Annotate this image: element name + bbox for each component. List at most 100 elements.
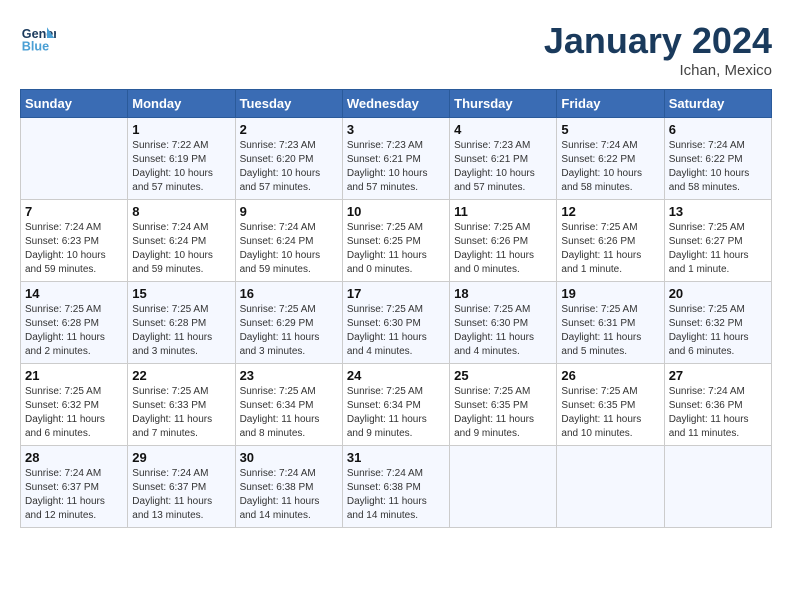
day-info: Sunrise: 7:24 AMSunset: 6:38 PMDaylight:… xyxy=(347,467,445,523)
day-info: Sunrise: 7:25 AMSunset: 6:27 PMDaylight:… xyxy=(669,221,767,277)
day-number: 10 xyxy=(347,204,445,219)
calendar-cell: 18 Sunrise: 7:25 AMSunset: 6:30 PMDayligh… xyxy=(450,282,557,364)
day-number: 29 xyxy=(132,450,230,465)
calendar-cell: 25 Sunrise: 7:25 AMSunset: 6:35 PMDayligh… xyxy=(450,364,557,446)
col-header-friday: Friday xyxy=(557,90,664,118)
svg-text:Blue: Blue xyxy=(22,40,49,54)
calendar-cell xyxy=(664,446,771,528)
location: Ichan, Mexico xyxy=(544,62,772,79)
logo-icon: General Blue xyxy=(20,20,56,56)
day-info: Sunrise: 7:25 AMSunset: 6:28 PMDaylight:… xyxy=(25,303,123,359)
calendar-cell: 1 Sunrise: 7:22 AMSunset: 6:19 PMDaylight… xyxy=(128,118,235,200)
calendar-week-row: 14 Sunrise: 7:25 AMSunset: 6:28 PMDayligh… xyxy=(21,282,772,364)
calendar-cell: 4Sunrise: 7:23 AMSunset: 6:21 PMDaylight… xyxy=(450,118,557,200)
day-number: 20 xyxy=(669,286,767,301)
col-header-sunday: Sunday xyxy=(21,90,128,118)
calendar-header-row: SundayMondayTuesdayWednesdayThursdayFrid… xyxy=(21,90,772,118)
day-info: Sunrise: 7:25 AMSunset: 6:34 PMDaylight:… xyxy=(240,385,338,441)
calendar-week-row: 7Sunrise: 7:24 AMSunset: 6:23 PMDaylight… xyxy=(21,200,772,282)
day-info: Sunrise: 7:25 AMSunset: 6:26 PMDaylight:… xyxy=(454,221,552,277)
day-info: Sunrise: 7:25 AMSunset: 6:32 PMDaylight:… xyxy=(25,385,123,441)
day-info: Sunrise: 7:23 AMSunset: 6:20 PMDaylight:… xyxy=(240,139,338,195)
day-number: 26 xyxy=(561,368,659,383)
day-number: 14 xyxy=(25,286,123,301)
calendar-cell: 16Sunrise: 7:25 AMSunset: 6:29 PMDayligh… xyxy=(235,282,342,364)
page-header: General Blue January 2024 Ichan, Mexico xyxy=(20,20,772,79)
month-title: January 2024 xyxy=(544,20,772,62)
day-number: 13 xyxy=(669,204,767,219)
day-info: Sunrise: 7:24 AMSunset: 6:37 PMDaylight:… xyxy=(25,467,123,523)
day-number: 19 xyxy=(561,286,659,301)
day-number: 1 xyxy=(132,122,230,137)
calendar-week-row: 28 Sunrise: 7:24 AMSunset: 6:37 PMDayligh… xyxy=(21,446,772,528)
day-number: 23 xyxy=(240,368,338,383)
day-info: Sunrise: 7:24 AMSunset: 6:38 PMDaylight:… xyxy=(240,467,338,523)
day-info: Sunrise: 7:24 AMSunset: 6:22 PMDaylight:… xyxy=(561,139,659,195)
day-number: 5 xyxy=(561,122,659,137)
calendar-cell xyxy=(21,118,128,200)
calendar-cell xyxy=(557,446,664,528)
day-number: 25 xyxy=(454,368,552,383)
day-info: Sunrise: 7:24 AMSunset: 6:37 PMDaylight:… xyxy=(132,467,230,523)
day-info: Sunrise: 7:25 AMSunset: 6:25 PMDaylight:… xyxy=(347,221,445,277)
calendar-cell: 29 Sunrise: 7:24 AMSunset: 6:37 PMDayligh… xyxy=(128,446,235,528)
day-info: Sunrise: 7:24 AMSunset: 6:22 PMDaylight:… xyxy=(669,139,767,195)
calendar-cell: 6 Sunrise: 7:24 AMSunset: 6:22 PMDaylight… xyxy=(664,118,771,200)
day-info: Sunrise: 7:25 AMSunset: 6:26 PMDaylight:… xyxy=(561,221,659,277)
title-block: January 2024 Ichan, Mexico xyxy=(544,20,772,79)
day-info: Sunrise: 7:24 AMSunset: 6:24 PMDaylight:… xyxy=(132,221,230,277)
day-number: 18 xyxy=(454,286,552,301)
day-number: 12 xyxy=(561,204,659,219)
calendar-cell: 10 Sunrise: 7:25 AMSunset: 6:25 PMDayligh… xyxy=(342,200,449,282)
day-info: Sunrise: 7:23 AMSunset: 6:21 PMDaylight:… xyxy=(347,139,445,195)
calendar-cell: 14 Sunrise: 7:25 AMSunset: 6:28 PMDayligh… xyxy=(21,282,128,364)
calendar-week-row: 21 Sunrise: 7:25 AMSunset: 6:32 PMDayligh… xyxy=(21,364,772,446)
calendar-week-row: 1 Sunrise: 7:22 AMSunset: 6:19 PMDaylight… xyxy=(21,118,772,200)
day-info: Sunrise: 7:25 AMSunset: 6:32 PMDaylight:… xyxy=(669,303,767,359)
day-number: 31 xyxy=(347,450,445,465)
col-header-saturday: Saturday xyxy=(664,90,771,118)
calendar-cell: 26 Sunrise: 7:25 AMSunset: 6:35 PMDayligh… xyxy=(557,364,664,446)
day-number: 6 xyxy=(669,122,767,137)
logo: General Blue xyxy=(20,20,56,56)
calendar-cell: 9Sunrise: 7:24 AMSunset: 6:24 PMDaylight… xyxy=(235,200,342,282)
calendar-cell: 28 Sunrise: 7:24 AMSunset: 6:37 PMDayligh… xyxy=(21,446,128,528)
calendar-cell: 22Sunrise: 7:25 AMSunset: 6:33 PMDayligh… xyxy=(128,364,235,446)
col-header-wednesday: Wednesday xyxy=(342,90,449,118)
day-number: 3 xyxy=(347,122,445,137)
day-number: 28 xyxy=(25,450,123,465)
calendar-cell: 27 Sunrise: 7:24 AMSunset: 6:36 PMDayligh… xyxy=(664,364,771,446)
calendar-cell: 2 Sunrise: 7:23 AMSunset: 6:20 PMDaylight… xyxy=(235,118,342,200)
day-info: Sunrise: 7:25 AMSunset: 6:35 PMDaylight:… xyxy=(454,385,552,441)
calendar-cell: 5 Sunrise: 7:24 AMSunset: 6:22 PMDaylight… xyxy=(557,118,664,200)
day-info: Sunrise: 7:22 AMSunset: 6:19 PMDaylight:… xyxy=(132,139,230,195)
calendar-cell: 19 Sunrise: 7:25 AMSunset: 6:31 PMDayligh… xyxy=(557,282,664,364)
day-number: 30 xyxy=(240,450,338,465)
day-info: Sunrise: 7:25 AMSunset: 6:35 PMDaylight:… xyxy=(561,385,659,441)
day-number: 27 xyxy=(669,368,767,383)
day-info: Sunrise: 7:25 AMSunset: 6:34 PMDaylight:… xyxy=(347,385,445,441)
day-info: Sunrise: 7:24 AMSunset: 6:36 PMDaylight:… xyxy=(669,385,767,441)
calendar-cell: 20 Sunrise: 7:25 AMSunset: 6:32 PMDayligh… xyxy=(664,282,771,364)
day-number: 24 xyxy=(347,368,445,383)
day-number: 21 xyxy=(25,368,123,383)
col-header-thursday: Thursday xyxy=(450,90,557,118)
col-header-tuesday: Tuesday xyxy=(235,90,342,118)
day-number: 2 xyxy=(240,122,338,137)
day-info: Sunrise: 7:24 AMSunset: 6:24 PMDaylight:… xyxy=(240,221,338,277)
day-info: Sunrise: 7:25 AMSunset: 6:30 PMDaylight:… xyxy=(454,303,552,359)
calendar-cell: 3 Sunrise: 7:23 AMSunset: 6:21 PMDaylight… xyxy=(342,118,449,200)
calendar-cell: 11 Sunrise: 7:25 AMSunset: 6:26 PMDayligh… xyxy=(450,200,557,282)
day-info: Sunrise: 7:25 AMSunset: 6:28 PMDaylight:… xyxy=(132,303,230,359)
calendar-cell: 15 Sunrise: 7:25 AMSunset: 6:28 PMDayligh… xyxy=(128,282,235,364)
calendar-cell: 30 Sunrise: 7:24 AMSunset: 6:38 PMDayligh… xyxy=(235,446,342,528)
day-number: 8 xyxy=(132,204,230,219)
day-info: Sunrise: 7:23 AMSunset: 6:21 PMDaylight:… xyxy=(454,139,552,195)
day-number: 11 xyxy=(454,204,552,219)
calendar-cell: 8 Sunrise: 7:24 AMSunset: 6:24 PMDaylight… xyxy=(128,200,235,282)
day-number: 15 xyxy=(132,286,230,301)
day-info: Sunrise: 7:24 AMSunset: 6:23 PMDaylight:… xyxy=(25,221,123,277)
day-info: Sunrise: 7:25 AMSunset: 6:31 PMDaylight:… xyxy=(561,303,659,359)
calendar-cell: 17Sunrise: 7:25 AMSunset: 6:30 PMDayligh… xyxy=(342,282,449,364)
calendar-cell: 7Sunrise: 7:24 AMSunset: 6:23 PMDaylight… xyxy=(21,200,128,282)
